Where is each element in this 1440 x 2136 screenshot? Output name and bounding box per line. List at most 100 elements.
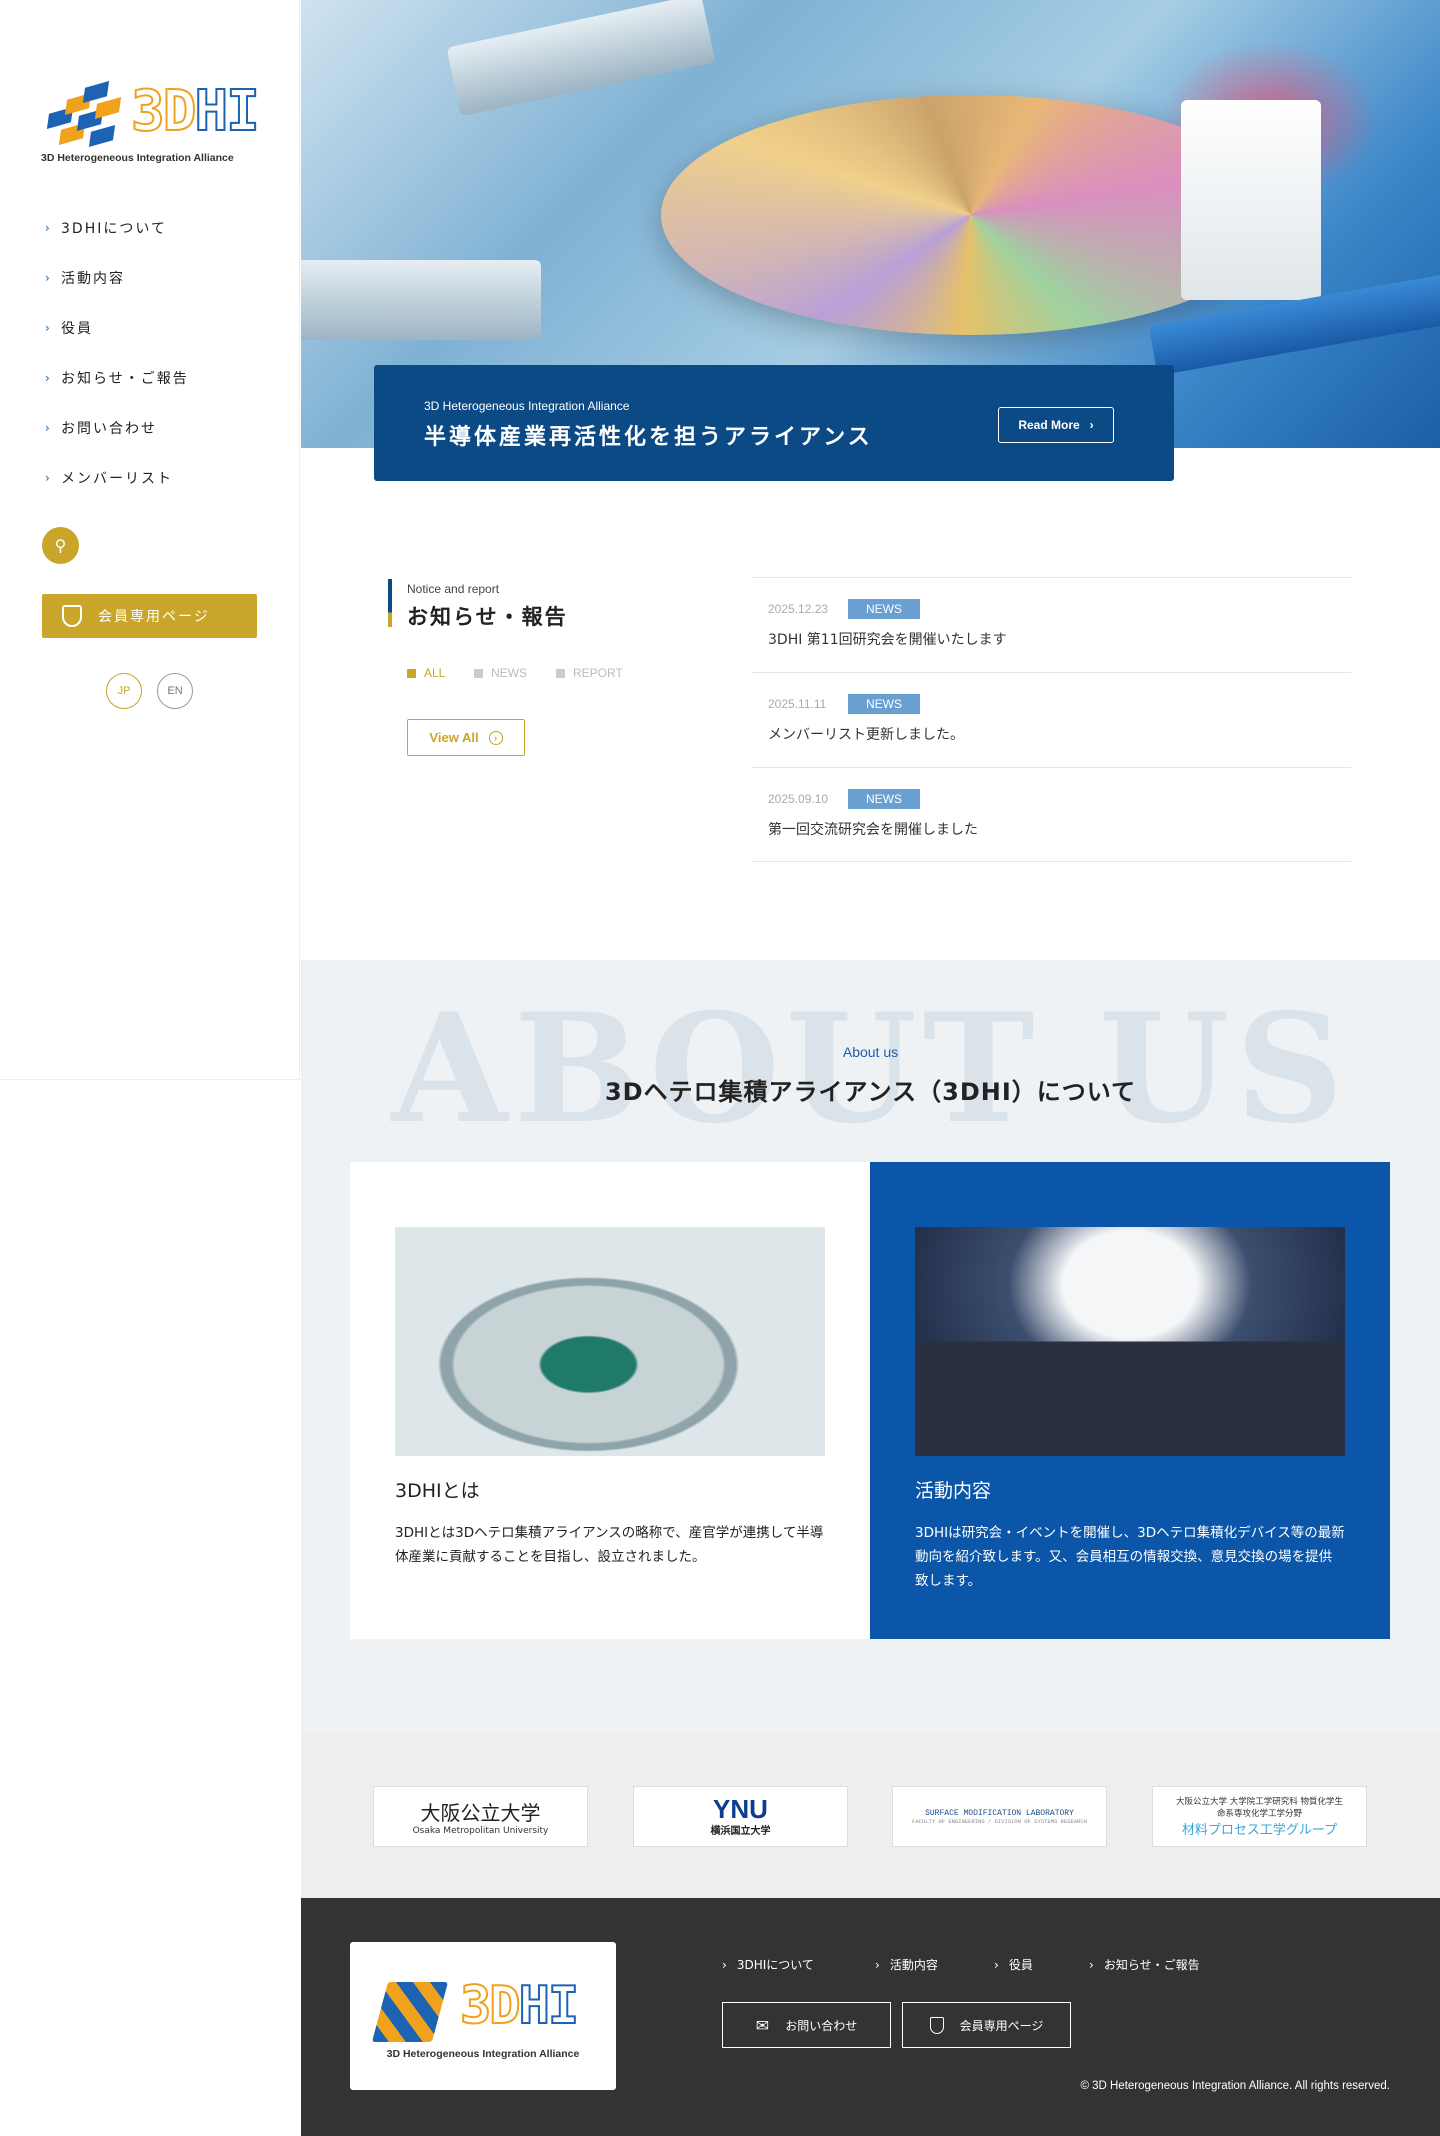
partner-name: 材料プロセス工学グループ [1181, 1823, 1338, 1838]
nav-label: お問い合わせ [61, 421, 157, 437]
partner-surface-lab[interactable]: SURFACE MODIFICATION LABORATORY FACULTY … [892, 1786, 1107, 1847]
card-title: 活動内容 [915, 1480, 992, 1502]
filter-label: ALL [424, 666, 446, 680]
partner-name: 大阪公立大学 [420, 1801, 541, 1825]
lang-en-button[interactable]: EN [157, 673, 193, 709]
partner-omu[interactable]: 大阪公立大学 Osaka Metropolitan University [373, 1786, 588, 1847]
news-label-en: Notice and report [407, 582, 500, 596]
nav-item-officers[interactable]: › 役員 [45, 316, 93, 340]
partner-logos: 大阪公立大学 Osaka Metropolitan University YNU… [301, 1734, 1440, 1898]
lang-jp-button[interactable]: JP [106, 673, 142, 709]
nav-item-about[interactable]: › 3DHIについて [45, 216, 167, 240]
filter-label: REPORT [573, 666, 623, 680]
contact-label: お問い合わせ [785, 2018, 858, 2033]
member-label: 会員専用ページ [959, 2018, 1044, 2033]
partner-name: SURFACE MODIFICATION LABORATORY [925, 1808, 1074, 1818]
news-item[interactable]: 2025.09.10 NEWS 第一回交流研究会を開催しました [752, 767, 1351, 862]
section-accent-bar [388, 579, 392, 627]
nav-label: 活動内容 [61, 271, 125, 287]
hero-banner: 3D Heterogeneous Integration Alliance 半導… [374, 365, 1174, 481]
chevron-right-icon: › [45, 271, 52, 285]
footer-link-label: 役員 [1008, 1958, 1033, 1972]
footer-link-news[interactable]: › お知らせ・ご報告 [1089, 1956, 1200, 1973]
news-list: 2025.12.23 NEWS 3DHI 第11回研究会を開催いたします 2025.… [752, 577, 1351, 862]
search-button[interactable]: ⚲ [42, 527, 79, 564]
news-date: 2025.09.10 [768, 792, 829, 806]
view-all-button[interactable]: View All › [407, 719, 525, 756]
chevron-right-icon: › [45, 321, 52, 335]
news-date: 2025.12.23 [768, 602, 829, 616]
chevron-right-icon: › [45, 221, 52, 235]
logo-wordmark: 3DHI [459, 1976, 580, 2036]
card-title: 3DHIとは [395, 1480, 480, 1502]
chevron-right-icon: › [45, 471, 52, 485]
about-heading: 3Dヘテロ集積アライアンス（3DHI）について [604, 1078, 1137, 1106]
news-item[interactable]: 2025.11.11 NEWS メンバーリスト更新しました。 [752, 672, 1351, 767]
filter-all[interactable]: ALL [407, 666, 445, 680]
partner-sub: 大阪公立大学 大学院工学研究科 物質化学生命系専攻化学工学分野 [1176, 1797, 1343, 1819]
filter-news[interactable]: NEWS [474, 666, 527, 680]
member-button-label: 会員専用ページ [98, 609, 210, 625]
search-icon: ⚲ [54, 536, 67, 555]
footer-link-label: お知らせ・ご報告 [1103, 1958, 1200, 1972]
footer-member-button[interactable]: 会員専用ページ [902, 2002, 1071, 2048]
partner-material-process[interactable]: 大阪公立大学 大学院工学研究科 物質化学生命系専攻化学工学分野 材料プロセス工学… [1152, 1786, 1367, 1847]
shield-user-icon [62, 605, 82, 627]
conference-image [915, 1227, 1345, 1456]
nav-item-members[interactable]: › メンバーリスト [45, 466, 173, 490]
nav-label: 役員 [61, 321, 93, 337]
circle-chevron-icon: › [488, 730, 503, 745]
news-title[interactable]: 第一回交流研究会を開催しました [768, 819, 1335, 839]
news-date: 2025.11.11 [768, 697, 827, 711]
about-label-en: About us [842, 1044, 899, 1060]
nav-label: お知らせ・ご報告 [61, 371, 189, 387]
logo-tiles-icon [41, 80, 122, 148]
logo-subtitle: 3D Heterogeneous Integration Alliance [386, 2048, 580, 2060]
chevron-right-icon: › [722, 1957, 727, 1972]
footer-logo[interactable]: 3DHI 3D Heterogeneous Integration Allian… [350, 1942, 616, 2090]
site-logo[interactable]: 3DHI 3D Heterogeneous Integration Allian… [41, 80, 261, 168]
nav-item-activities[interactable]: › 活動内容 [45, 266, 125, 290]
news-item[interactable]: 2025.12.23 NEWS 3DHI 第11回研究会を開催いたします [752, 577, 1351, 672]
news-heading: お知らせ・報告 [407, 605, 568, 629]
logo-wordmark: 3DHI [130, 79, 261, 144]
sidebar: 3DHI 3D Heterogeneous Integration Allian… [0, 0, 300, 1080]
partner-ynu[interactable]: YNU 横浜国立大学 [633, 1786, 848, 1847]
news-tag: NEWS [848, 599, 920, 619]
about-watermark: ABOUT US [391, 981, 1350, 1157]
footer-contact-button[interactable]: ✉ お問い合わせ [722, 2002, 891, 2048]
chevron-right-icon: › [875, 1957, 880, 1972]
hero-subtitle: 3D Heterogeneous Integration Alliance [424, 399, 630, 413]
footer: 3DHI 3D Heterogeneous Integration Allian… [301, 1898, 1440, 2136]
read-more-label: Read More [1018, 418, 1080, 432]
chevron-right-icon: › [994, 1957, 999, 1972]
news-title[interactable]: メンバーリスト更新しました。 [768, 724, 1335, 744]
nav-label: 3DHIについて [61, 221, 167, 237]
nav-item-news[interactable]: › お知らせ・ご報告 [45, 366, 189, 390]
footer-link-label: 活動内容 [889, 1958, 938, 1972]
read-more-button[interactable]: Read More › [998, 407, 1114, 443]
member-page-button[interactable]: 会員専用ページ [42, 594, 257, 638]
chevron-right-icon: › [45, 421, 52, 435]
footer-link-officers[interactable]: › 役員 [994, 1956, 1033, 1973]
chevron-right-icon: › [1089, 418, 1094, 432]
card-text: 3DHIは研究会・イベントを開催し、3Dヘテロ集積化デバイス等の最新動向を紹介致… [915, 1525, 1345, 1589]
about-section: ABOUT US About us 3Dヘテロ集積アライアンス（3DHI）につい… [301, 960, 1440, 1734]
footer-link-activities[interactable]: › 活動内容 [875, 1956, 938, 1973]
filter-label: NEWS [491, 666, 527, 680]
filter-report[interactable]: REPORT [556, 666, 623, 680]
news-title[interactable]: 3DHI 第11回研究会を開催いたします [768, 629, 1335, 649]
footer-link-label: 3DHIについて [736, 1958, 814, 1972]
about-card-activities[interactable]: 活動内容 3DHIは研究会・イベントを開催し、3Dヘテロ集積化デバイス等の最新動… [870, 1162, 1390, 1639]
nav-item-contact[interactable]: › お問い合わせ [45, 416, 157, 440]
nav-label: メンバーリスト [61, 471, 173, 487]
view-all-label: View All [429, 730, 479, 745]
news-tag: NEWS [848, 789, 920, 809]
partner-name: YNU [713, 1794, 768, 1824]
chip-probe-image [395, 1227, 825, 1456]
mail-icon: ✉ [755, 2015, 770, 2035]
footer-link-about[interactable]: › 3DHIについて [722, 1956, 814, 1973]
chevron-right-icon: › [1089, 1957, 1094, 1972]
partner-sub: 横浜国立大学 [710, 1826, 771, 1837]
about-card-what[interactable]: 3DHIとは 3DHIとは3Dヘテロ集積アライアンスの略称で、産官学が連携して半… [350, 1162, 870, 1639]
